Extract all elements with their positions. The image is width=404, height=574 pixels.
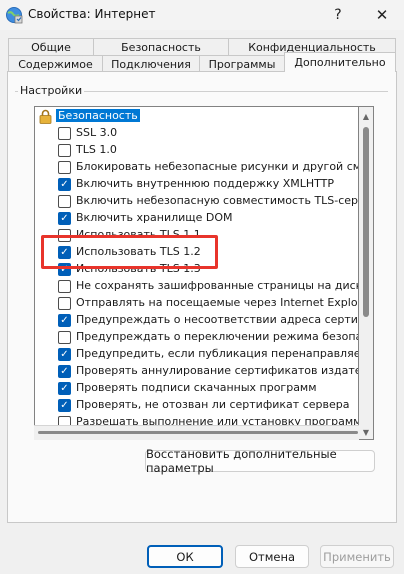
checkbox-checked[interactable]: ✓ <box>58 212 71 225</box>
close-icon[interactable]: ✕ <box>364 0 400 30</box>
checkbox-unchecked[interactable] <box>58 161 71 174</box>
horizontal-scroll-thumb[interactable] <box>38 431 358 434</box>
tab-connections[interactable]: Подключения <box>102 55 200 72</box>
setting-row[interactable]: ✓ Проверять, не отозван ли сертификат сер… <box>35 397 355 414</box>
section-header-security[interactable]: Безопасность <box>35 108 355 125</box>
restore-defaults-button[interactable]: Восстановить дополнительные параметры <box>145 447 375 475</box>
apply-button: Применить <box>320 545 394 568</box>
setting-label: Включить хранилище DOM <box>76 211 233 224</box>
checkbox-unchecked[interactable] <box>58 280 71 293</box>
setting-label: SSL 3.0 <box>76 126 118 139</box>
lock-icon <box>39 109 52 124</box>
checkbox-checked[interactable]: ✓ <box>58 314 71 327</box>
tab-programs[interactable]: Программы <box>199 55 285 72</box>
globe-icon <box>6 7 23 24</box>
setting-label: Включить небезопасную совместимость TLS-… <box>76 194 359 207</box>
checkbox-checked[interactable]: ✓ <box>58 348 71 361</box>
annotation-highlight-box <box>41 235 218 269</box>
setting-row[interactable]: Не сохранять зашифрованные страницы на д… <box>35 278 358 295</box>
window-title: Свойства: Интернет <box>28 7 156 21</box>
setting-row[interactable]: Блокировать небезопасные рисунки и друго… <box>35 159 358 176</box>
checkbox-unchecked[interactable] <box>58 297 71 310</box>
title-bar: Свойства: Интернет ? ✕ <box>0 0 404 30</box>
vertical-scroll-thumb[interactable] <box>363 127 369 317</box>
setting-row[interactable]: ✓ Включить хранилище DOM <box>35 210 355 227</box>
setting-row[interactable]: ✓ Предупредить, если публикация перенапра… <box>35 346 358 363</box>
settings-list[interactable]: Безопасность SSL 3.0 TLS 1.0 Блокировать н… <box>34 106 359 440</box>
setting-row[interactable]: SSL 3.0 <box>35 125 355 142</box>
checkbox-unchecked[interactable] <box>58 127 71 140</box>
checkbox-checked[interactable]: ✓ <box>58 365 71 378</box>
setting-label: Отправлять на посещаемые через Internet … <box>76 296 359 309</box>
setting-label: Не сохранять зашифрованные страницы на д… <box>76 279 359 292</box>
setting-label: Предупреждать о несоответствии адреса се… <box>76 313 358 326</box>
checkbox-unchecked[interactable] <box>58 331 71 344</box>
scroll-up-arrow-icon[interactable]: ▲ <box>359 109 373 123</box>
vertical-scrollbar[interactable]: ▲ ▼ <box>359 106 374 440</box>
setting-row[interactable]: ✓ Включить внутреннюю поддержку XMLHTTP <box>35 176 355 193</box>
setting-row[interactable]: Включить небезопасную совместимость TLS-… <box>35 193 358 210</box>
checkbox-checked[interactable]: ✓ <box>58 399 71 412</box>
setting-row[interactable]: ✓ Предупреждать о несоответствии адреса с… <box>35 312 358 329</box>
setting-row[interactable]: TLS 1.0 <box>35 142 355 159</box>
scroll-down-arrow-icon[interactable]: ▼ <box>359 425 373 439</box>
horizontal-scrollbar[interactable] <box>34 425 359 440</box>
tab-content[interactable]: Содержимое <box>8 55 103 72</box>
settings-group-label: Настройки <box>18 84 85 97</box>
tab-security[interactable]: Безопасность <box>93 38 229 55</box>
setting-label: Блокировать небезопасные рисунки и друго… <box>76 160 358 173</box>
section-label: Безопасность <box>56 109 140 122</box>
setting-row[interactable]: Отправлять на посещаемые через Internet … <box>35 295 358 312</box>
checkbox-checked[interactable]: ✓ <box>58 178 71 191</box>
checkbox-unchecked[interactable] <box>58 144 71 157</box>
setting-label: TLS 1.0 <box>76 143 117 156</box>
setting-label: Предупредить, если публикация перенаправ… <box>76 347 359 360</box>
tab-advanced[interactable]: Дополнительно <box>284 52 396 72</box>
help-button[interactable]: ? <box>320 0 356 30</box>
setting-label: Включить внутреннюю поддержку XMLHTTP <box>76 177 335 190</box>
checkbox-unchecked[interactable] <box>58 195 71 208</box>
setting-row[interactable]: ✓ Проверять аннулирование сертификатов из… <box>35 363 358 380</box>
setting-label: Проверять подписи скачанных программ <box>76 381 317 394</box>
setting-label: Проверять, не отозван ли сертификат серв… <box>76 398 350 411</box>
setting-label: Предупреждать о переключении режима безо… <box>76 330 358 343</box>
tab-general[interactable]: Общие <box>8 38 94 55</box>
setting-label: Проверять аннулирование сертификатов изд… <box>76 364 359 377</box>
setting-row[interactable]: ✓ Проверять подписи скачанных программ <box>35 380 355 397</box>
cancel-button[interactable]: Отмена <box>235 545 309 568</box>
checkbox-checked[interactable]: ✓ <box>58 382 71 395</box>
setting-row[interactable]: Предупреждать о переключении режима безо… <box>35 329 358 346</box>
ok-button[interactable]: ОК <box>147 545 223 568</box>
